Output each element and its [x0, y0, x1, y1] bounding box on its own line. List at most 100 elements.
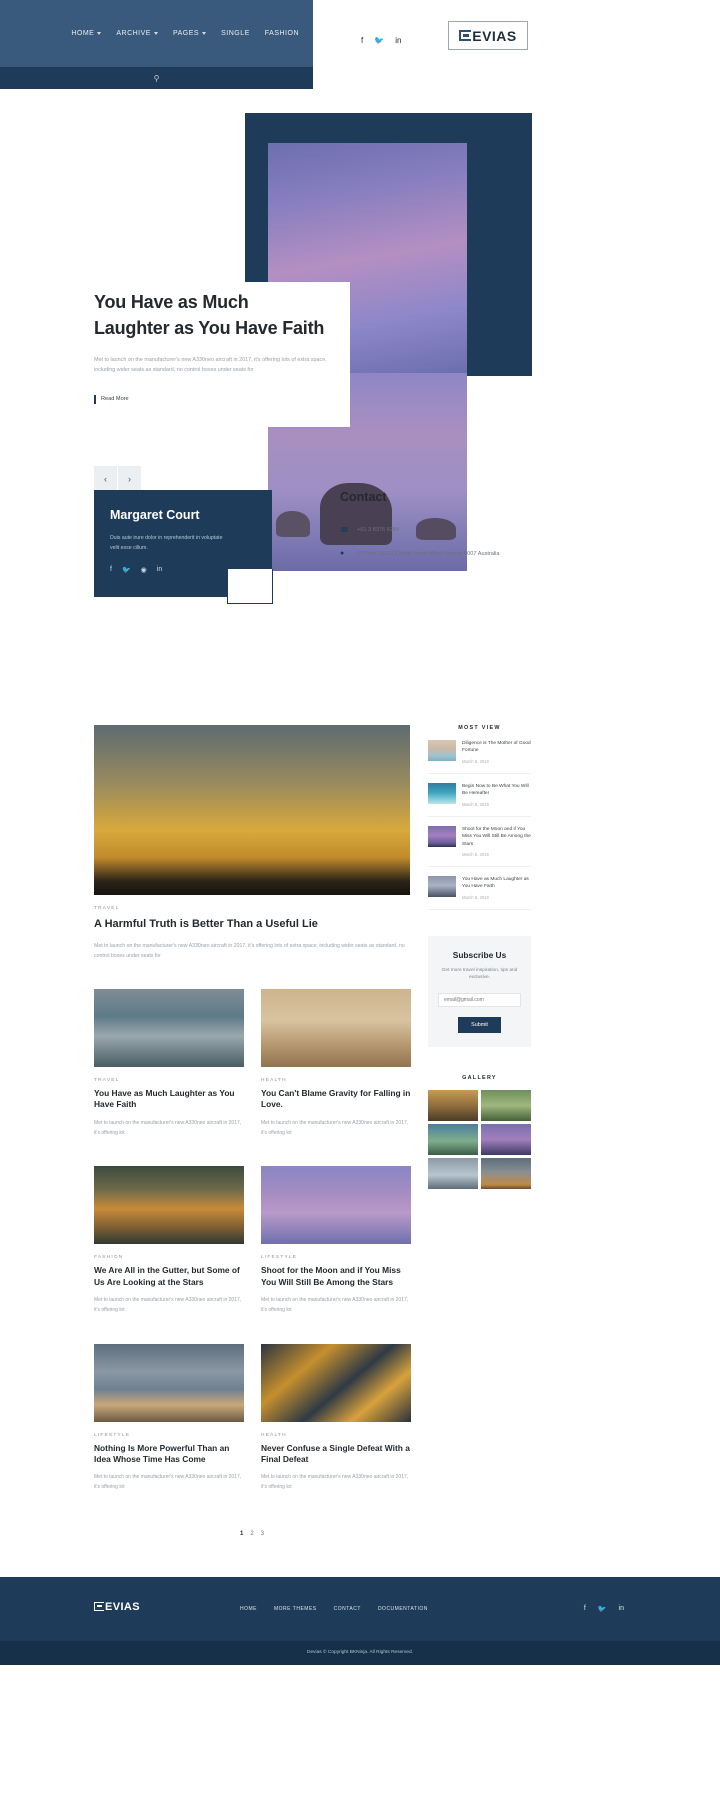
gallery-image[interactable]: [481, 1158, 531, 1190]
facebook-icon[interactable]: f: [584, 1605, 586, 1613]
nav-label: PAGES: [172, 30, 200, 37]
facebook-icon[interactable]: f: [110, 566, 112, 574]
post-excerpt: Met to launch on the manufacturer's new …: [94, 1474, 242, 1490]
post-title[interactable]: You Can't Blame Gravity for Falling in L…: [261, 1088, 411, 1111]
post-excerpt: Met to launch on the manufacturer's new …: [261, 1474, 409, 1490]
footer-nav-contact[interactable]: CONTACT: [334, 1606, 361, 1612]
featured-post-title[interactable]: A Harmful Truth is Better Than a Useful …: [94, 917, 410, 932]
post-image[interactable]: [261, 989, 411, 1068]
footer-logo[interactable]: EVIAS: [94, 1601, 140, 1613]
footer-social-links: f 🐦 in: [584, 1605, 624, 1613]
post-category[interactable]: HEALTH: [261, 1078, 411, 1083]
linkedin-icon[interactable]: in: [619, 1605, 624, 1613]
linkedin-icon[interactable]: in: [157, 566, 162, 574]
post-title[interactable]: Shoot for the Moon and if You Miss You W…: [261, 1265, 411, 1288]
search-icon[interactable]: ⚲: [154, 74, 160, 83]
copyright-bar: Devias © Copyright BKNinja. All Rights R…: [0, 1640, 720, 1665]
post-image[interactable]: [94, 989, 244, 1068]
post-title[interactable]: Never Confuse a Single Defeat With a Fin…: [261, 1443, 411, 1466]
post-category[interactable]: FASHION: [94, 1255, 244, 1260]
facebook-icon[interactable]: f: [361, 36, 363, 45]
gallery-image[interactable]: [481, 1090, 531, 1122]
post-category[interactable]: TRAVEL: [94, 1078, 244, 1083]
contact-phone: +61 3 8376 6284: [357, 527, 400, 533]
gallery-image[interactable]: [428, 1158, 478, 1190]
nav-item-archive[interactable]: ARCHIVE: [116, 30, 158, 37]
footer-logo-text: EVIAS: [105, 1600, 141, 1613]
gallery-image[interactable]: [481, 1124, 531, 1156]
nav-item-fashion[interactable]: FASHION: [265, 30, 299, 37]
post-title[interactable]: Nothing Is More Powerful Than an Idea Wh…: [94, 1443, 244, 1466]
read-more-button[interactable]: Read More: [94, 394, 129, 404]
gallery-image[interactable]: [428, 1090, 478, 1122]
author-name: Margaret Court: [110, 508, 200, 522]
post-image[interactable]: [261, 1166, 411, 1245]
featured-post-category[interactable]: TRAVEL: [94, 906, 410, 911]
post-title[interactable]: We Are All in the Gutter, but Some of Us…: [94, 1265, 244, 1288]
footer-nav-more-themes[interactable]: MORE THEMES: [274, 1606, 317, 1612]
nav-item-pages[interactable]: PAGES: [172, 30, 207, 37]
post-excerpt: Met to launch on the manufacturer's new …: [261, 1297, 409, 1313]
page-1-button[interactable]: 1: [240, 1531, 243, 1537]
twitter-icon[interactable]: 🐦: [122, 566, 131, 574]
gallery-heading: GALLERY: [462, 1075, 497, 1082]
post-image[interactable]: [261, 1343, 411, 1422]
hero-excerpt: Met to launch on the manufacturer's new …: [94, 357, 327, 374]
blog-section: TRAVEL A Harmful Truth is Better Than a …: [0, 725, 720, 1537]
hero-slider: You Have as Much Laughter as You Have Fa…: [0, 95, 720, 571]
devias-mark-icon: [94, 1602, 104, 1612]
nav-item-home[interactable]: HOME: [71, 30, 102, 37]
post-category[interactable]: LIFESTYLE: [261, 1255, 411, 1260]
footer-nav: HOME MORE THEMES CONTACT DOCUMENTATION: [240, 1606, 428, 1612]
nav-label: ARCHIVE: [116, 30, 151, 37]
chevron-down-icon: [97, 32, 102, 35]
slider-next-button[interactable]: ›: [118, 466, 141, 491]
twitter-icon[interactable]: 🐦: [598, 1605, 607, 1613]
list-item-date: March 6, 2019: [462, 894, 489, 900]
instagram-icon[interactable]: ◉: [141, 566, 147, 574]
linkedin-icon[interactable]: in: [395, 36, 401, 45]
site-logo[interactable]: EVIAS: [448, 21, 528, 50]
post-image[interactable]: [94, 1166, 244, 1245]
featured-post-excerpt: Met to launch on the manufacturer's new …: [94, 942, 405, 959]
post-category[interactable]: LIFESTYLE: [94, 1433, 244, 1438]
list-item-title: You Have as Much Laughter as You Have Fa…: [462, 876, 529, 890]
subscribe-description: Get more travel inspiration, tips and ex…: [441, 967, 518, 981]
author-description: Duis aute irure dolor in reprehenderit i…: [110, 535, 223, 551]
post-card: LIFESTYLE Nothing Is More Powerful Than …: [94, 1343, 244, 1493]
post-card: TRAVEL You Have as Much Laughter as You …: [94, 989, 244, 1138]
subscribe-email-input[interactable]: [438, 993, 521, 1008]
contact-title: Contact: [340, 490, 387, 504]
phone-icon: ☎: [340, 527, 349, 534]
thumbnail-image: [428, 825, 456, 847]
footer-nav-home[interactable]: HOME: [240, 1606, 257, 1612]
chevron-down-icon: [202, 32, 207, 35]
post-title[interactable]: You Have as Much Laughter as You Have Fa…: [94, 1088, 244, 1111]
featured-post-image[interactable]: [94, 725, 410, 895]
post-card: HEALTH You Can't Blame Gravity for Falli…: [261, 989, 411, 1138]
pagination: 1 2 3: [94, 1531, 410, 1537]
list-item[interactable]: Diligence is The Mother of Good Fortune …: [428, 731, 531, 774]
nav-label: FASHION: [264, 30, 299, 37]
contact-address-row: ● PO Box 16122 Collins Street West Victo…: [340, 550, 610, 558]
subscribe-submit-button[interactable]: Submit: [458, 1017, 501, 1034]
post-excerpt: Met to launch on the manufacturer's new …: [261, 1119, 409, 1136]
post-image[interactable]: [94, 1343, 244, 1422]
list-item[interactable]: Shoot for the Moon and if You Miss You W…: [428, 817, 531, 867]
list-item[interactable]: You Have as Much Laughter as You Have Fa…: [428, 867, 531, 910]
contact-address: PO Box 16122 Collins Street West Victori…: [357, 551, 500, 558]
twitter-icon[interactable]: 🐦: [374, 36, 384, 45]
gallery-image[interactable]: [428, 1124, 478, 1156]
footer-nav-documentation[interactable]: DOCUMENTATION: [378, 1606, 428, 1612]
page-2-button[interactable]: 2: [250, 1531, 253, 1537]
nav-item-single[interactable]: SINGLE: [221, 30, 250, 37]
main-nav: HOME ARCHIVE PAGES SINGLE FASHION: [0, 0, 313, 67]
blog-main-column: TRAVEL A Harmful Truth is Better Than a …: [94, 725, 411, 1537]
list-item[interactable]: Begin Now to Be What You Will Be Hereaft…: [428, 774, 531, 817]
hero-title: You Have as Much Laughter as You Have Fa…: [94, 290, 354, 341]
header-search-row[interactable]: ⚲: [0, 67, 313, 89]
post-category[interactable]: HEALTH: [261, 1433, 411, 1438]
author-contact-section: Margaret Court Duis aute irure dolor in …: [0, 490, 720, 650]
slider-prev-button[interactable]: ‹: [94, 466, 117, 491]
page-3-button[interactable]: 3: [261, 1531, 264, 1537]
